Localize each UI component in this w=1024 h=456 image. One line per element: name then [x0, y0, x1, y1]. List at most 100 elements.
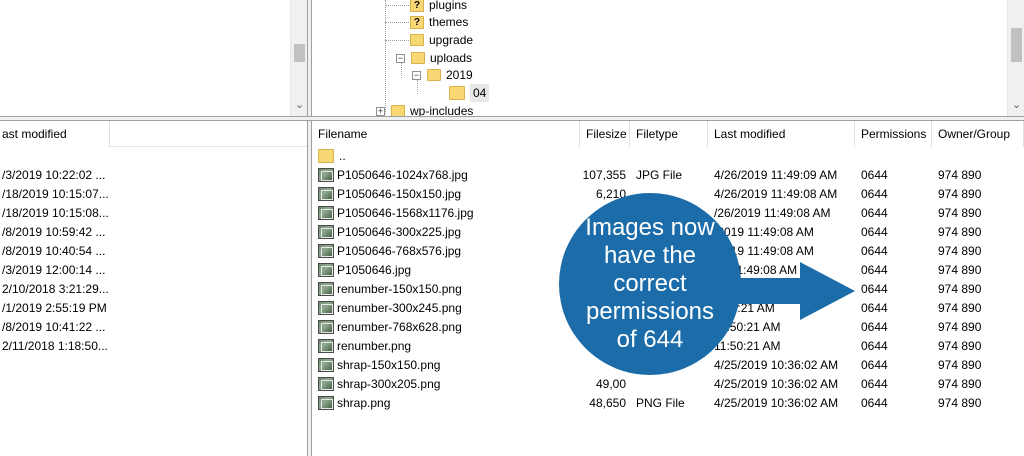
- scrollbar-thumb[interactable]: [1011, 28, 1022, 62]
- modified-cell: 4/25/2019 10:36:02 AM: [714, 377, 839, 391]
- tree-item-2019[interactable]: − 2019: [412, 66, 473, 84]
- local-row[interactable]: /8/2019 10:40:54 ...: [2, 242, 105, 261]
- parent-directory-row[interactable]: ..: [312, 147, 1024, 166]
- modified-cell: 4/26/2019 11:49:09 AM: [714, 168, 838, 182]
- modified-date: /18/2019 10:15:08...: [2, 206, 109, 220]
- permissions-cell: 0644: [861, 244, 888, 258]
- local-file-list[interactable]: ast modified /3/2019 10:22:02 ... /18/20…: [0, 121, 307, 456]
- permissions-cell: 0644: [861, 282, 888, 296]
- filesize-cell: 48,650: [589, 396, 626, 410]
- tree-item-upgrade[interactable]: upgrade: [410, 31, 473, 49]
- column-header-filesize[interactable]: Filesize: [580, 121, 630, 147]
- modified-date: 2/10/2018 3:21:29...: [2, 282, 109, 296]
- collapse-icon[interactable]: −: [412, 70, 421, 80]
- local-row[interactable]: /1/2019 2:55:19 PM: [2, 299, 107, 318]
- owner-group-cell: 974 890: [938, 339, 982, 353]
- local-row[interactable]: /18/2019 10:15:08...: [2, 204, 109, 223]
- modified-date: /8/2019 10:40:54 ...: [2, 244, 106, 258]
- column-header-last-modified[interactable]: ast modified: [0, 121, 110, 147]
- image-file-icon: [318, 187, 334, 201]
- image-file-icon: [318, 301, 334, 315]
- modified-date: /3/2019 10:22:02 ...: [2, 168, 106, 182]
- tree-item-04[interactable]: 04: [449, 84, 490, 102]
- scroll-down-arrow-icon[interactable]: ⌄: [1008, 98, 1024, 112]
- permissions-cell: 0644: [861, 396, 888, 410]
- column-header-permissions[interactable]: Permissions: [855, 121, 932, 147]
- local-row[interactable]: /8/2019 10:41:22 ...: [2, 318, 105, 337]
- column-header-filename[interactable]: Filename: [312, 121, 580, 147]
- filename: P1050646-768x576.jpg: [337, 244, 462, 258]
- image-file-icon: [318, 168, 334, 182]
- filename: P1050646-1024x768.jpg: [337, 168, 468, 182]
- local-tree-scrollbar[interactable]: ⌄: [290, 0, 307, 116]
- folder-icon: [318, 149, 334, 163]
- file-row[interactable]: shrap.png 48,650 PNG File 4/25/2019 10:36:0…: [312, 394, 1024, 413]
- image-file-icon: [318, 377, 334, 391]
- scrollbar-thumb[interactable]: [294, 44, 305, 62]
- local-row[interactable]: /18/2019 10:15:07...: [2, 185, 109, 204]
- filename-cell: P1050646-1568x1176.jpg: [318, 204, 578, 223]
- filename-cell: P1050646.jpg: [318, 261, 578, 280]
- local-row[interactable]: /3/2019 12:00:14 ...: [2, 261, 105, 280]
- column-header-label: ast modified: [2, 127, 67, 141]
- column-header-last-modified[interactable]: Last modified: [708, 121, 855, 147]
- column-header-label: Filename: [318, 127, 368, 141]
- image-file-icon: [318, 244, 334, 258]
- owner-group-cell: 974 890: [938, 301, 982, 315]
- column-header-owner-group[interactable]: Owner/Group: [932, 121, 1024, 147]
- filename-cell: P1050646-768x576.jpg: [318, 242, 578, 261]
- owner-group-cell: 974 890: [938, 168, 982, 182]
- tree-item-label: uploads: [430, 51, 473, 65]
- parent-directory-label: ..: [339, 149, 346, 163]
- local-row[interactable]: /8/2019 10:59:42 ...: [2, 223, 105, 242]
- tree-item-wp-includes[interactable]: + wp-includes: [376, 102, 473, 116]
- tree-item-uploads[interactable]: − uploads: [396, 49, 472, 67]
- tree-item-label: plugins: [429, 0, 468, 12]
- tree-item-label: themes: [429, 15, 469, 29]
- permissions-cell: 0644: [861, 301, 888, 315]
- callout-text: Images now have the correct permissions …: [585, 214, 715, 353]
- filename: P1050646.jpg: [337, 263, 412, 277]
- column-header-filetype[interactable]: Filetype: [630, 121, 708, 147]
- owner-group-cell: 974 890: [938, 187, 982, 201]
- collapse-icon[interactable]: −: [396, 53, 405, 63]
- question-folder-icon: ?: [410, 0, 424, 12]
- permissions-cell: 0644: [861, 377, 888, 391]
- filename-cell: P1050646-150x150.jpg: [318, 185, 578, 204]
- question-folder-icon: ?: [410, 15, 424, 29]
- permissions-cell: 0644: [861, 225, 888, 239]
- image-file-icon: [318, 282, 334, 296]
- permissions-cell: 0644: [861, 358, 888, 372]
- permissions-cell: 0644: [861, 339, 888, 353]
- permissions-cell: 0644: [861, 168, 888, 182]
- filename: shrap-300x205.png: [337, 377, 441, 391]
- filename: renumber-300x245.png: [337, 301, 462, 315]
- file-row[interactable]: shrap-300x205.png 49,00 4/25/2019 10:36:02…: [312, 375, 1024, 394]
- owner-group-cell: 974 890: [938, 396, 982, 410]
- callout-bubble: Images now have the correct permissions …: [559, 193, 741, 375]
- tree-item-plugins[interactable]: ? plugins: [410, 0, 467, 14]
- local-row[interactable]: /3/2019 10:22:02 ...: [2, 166, 105, 185]
- modified-date: /3/2019 12:00:14 ...: [2, 263, 106, 277]
- filename-cell: shrap-150x150.png: [318, 356, 578, 375]
- modified-date: 2/11/2018 1:18:50...: [2, 339, 108, 353]
- owner-group-cell: 974 890: [938, 263, 982, 277]
- tree-item-label: 04: [470, 84, 490, 102]
- tree-item-themes[interactable]: ? themes: [410, 13, 468, 31]
- owner-group-cell: 974 890: [938, 282, 982, 296]
- local-row[interactable]: 2/11/2018 1:18:50...: [2, 337, 108, 356]
- tree-item-label: wp-includes: [410, 104, 474, 116]
- filename: P1050646-1568x1176.jpg: [337, 206, 474, 220]
- expand-icon[interactable]: +: [376, 106, 385, 116]
- modified-date: /8/2019 10:59:42 ...: [2, 225, 106, 239]
- column-header-label: Filetype: [636, 127, 679, 141]
- remote-directory-tree[interactable]: ? plugins ? themes upgrade − uploads − 2…: [312, 0, 1024, 116]
- local-directory-tree[interactable]: ⌄: [0, 0, 307, 116]
- file-row[interactable]: P1050646-1024x768.jpg 107,355 JPG File 4/26…: [312, 166, 1024, 185]
- scroll-down-arrow-icon[interactable]: ⌄: [291, 98, 307, 112]
- modified-date: /18/2019 10:15:07...: [2, 187, 109, 201]
- modified-date: /8/2019 10:41:22 ...: [2, 320, 106, 334]
- tree-item-label: upgrade: [429, 33, 474, 47]
- local-row[interactable]: 2/10/2018 3:21:29...: [2, 280, 109, 299]
- remote-tree-scrollbar[interactable]: ⌄: [1007, 0, 1024, 116]
